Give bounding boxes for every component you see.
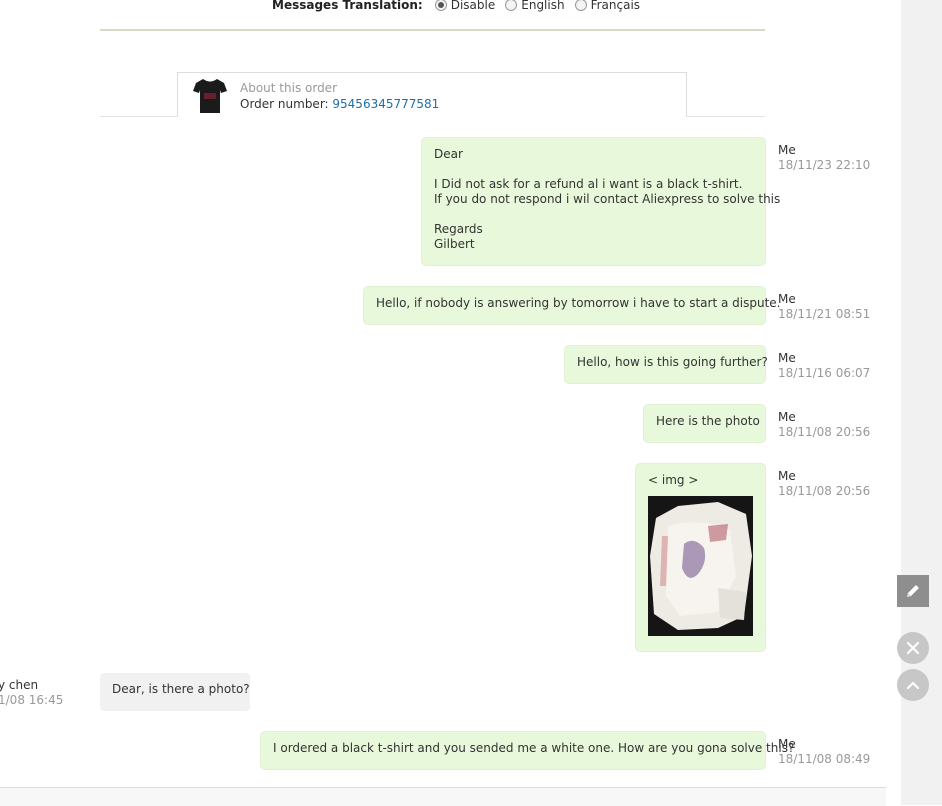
message-bubble: I ordered a black t-shirt and you sended…: [261, 732, 795, 769]
order-about-label: About this order: [240, 81, 338, 95]
message-bubble: Dear, is there a photo?: [100, 673, 250, 711]
message-bubble: Dear I Did not ask for a refund al i wan…: [422, 138, 781, 265]
close-button[interactable]: [897, 632, 929, 664]
message-text: Dear, is there a photo?: [112, 682, 250, 696]
message-meta: Me 18/11/08 20:56: [778, 469, 870, 499]
message-text: I Did not ask for a refund al i want is …: [434, 177, 743, 191]
attached-photo[interactable]: [648, 496, 753, 636]
message-timestamp: 18/11/08 20:56: [778, 425, 871, 439]
bottom-toolbar: [0, 787, 886, 806]
message-timestamp: 18/11/08 08:49: [778, 752, 871, 766]
message-sender: Me: [778, 292, 796, 306]
divider: [100, 29, 765, 31]
pencil-icon: [907, 585, 919, 597]
message-meta: y chen 1/08 16:45: [0, 678, 63, 708]
translation-bar: Messages Translation: Disable English Fr…: [272, 0, 644, 14]
message-text: Here is the photo: [656, 414, 760, 428]
message-text: Hello, how is this going further?: [577, 355, 768, 369]
edit-button[interactable]: [897, 575, 929, 607]
tshirt-thumbnail[interactable]: [192, 77, 228, 115]
message-timestamp: 1/08 16:45: [0, 693, 64, 707]
message-sender: Me: [778, 737, 796, 751]
message-text: I ordered a black t-shirt and you sended…: [273, 741, 795, 755]
order-info-tab: About this order Order number: 954563457…: [177, 72, 687, 117]
translation-option-francais[interactable]: Français: [573, 0, 640, 12]
order-number-row: Order number: 95456345777581: [240, 97, 439, 111]
radio-francais[interactable]: [574, 0, 587, 11]
message-bubble: < img >: [636, 464, 765, 651]
translation-option-disable[interactable]: Disable: [433, 0, 495, 12]
message-text: [434, 162, 753, 177]
message-sender: Me: [778, 410, 796, 424]
message-timestamp: 18/11/08 20:56: [778, 484, 871, 498]
message-timestamp: 18/11/21 08:51: [778, 307, 871, 321]
message-meta: Me 18/11/21 08:51: [778, 292, 870, 322]
scroll-top-button[interactable]: [897, 669, 929, 701]
message-text: Dear: [434, 147, 463, 161]
message-sender: Me: [778, 351, 796, 365]
message-text: Regards: [434, 222, 483, 236]
message-bubble: Hello, how is this going further?: [565, 346, 768, 383]
message-meta: Me 18/11/08 20:56: [778, 410, 870, 440]
message-text: Hello, if nobody is answering by tomorro…: [376, 296, 781, 310]
close-icon: [906, 641, 920, 655]
message-meta: Me 18/11/16 06:07: [778, 351, 870, 381]
message-meta: Me 18/11/08 08:49: [778, 737, 870, 767]
message-bubble: Here is the photo: [644, 405, 765, 442]
translation-label: Messages Translation:: [272, 0, 423, 12]
message-text: If you do not respond i wil contact Alie…: [434, 192, 781, 206]
message-meta: Me 18/11/23 22:10: [778, 143, 870, 173]
translation-option-english[interactable]: English: [503, 0, 565, 12]
message-timestamp: 18/11/23 22:10: [778, 158, 871, 172]
message-sender: y chen: [0, 678, 39, 692]
radio-english[interactable]: [505, 0, 518, 11]
radio-disable[interactable]: [434, 0, 447, 11]
chevron-up-icon: [906, 681, 920, 690]
order-number-label: Order number:: [240, 97, 333, 111]
message-text: < img >: [648, 473, 699, 487]
message-sender: Me: [778, 143, 796, 157]
message-text: [434, 207, 753, 222]
message-timestamp: 18/11/16 06:07: [778, 366, 871, 380]
message-text: Gilbert: [434, 237, 475, 251]
order-number-link[interactable]: 95456345777581: [332, 97, 439, 111]
message-sender: Me: [778, 469, 796, 483]
message-bubble: Hello, if nobody is answering by tomorro…: [364, 287, 781, 324]
